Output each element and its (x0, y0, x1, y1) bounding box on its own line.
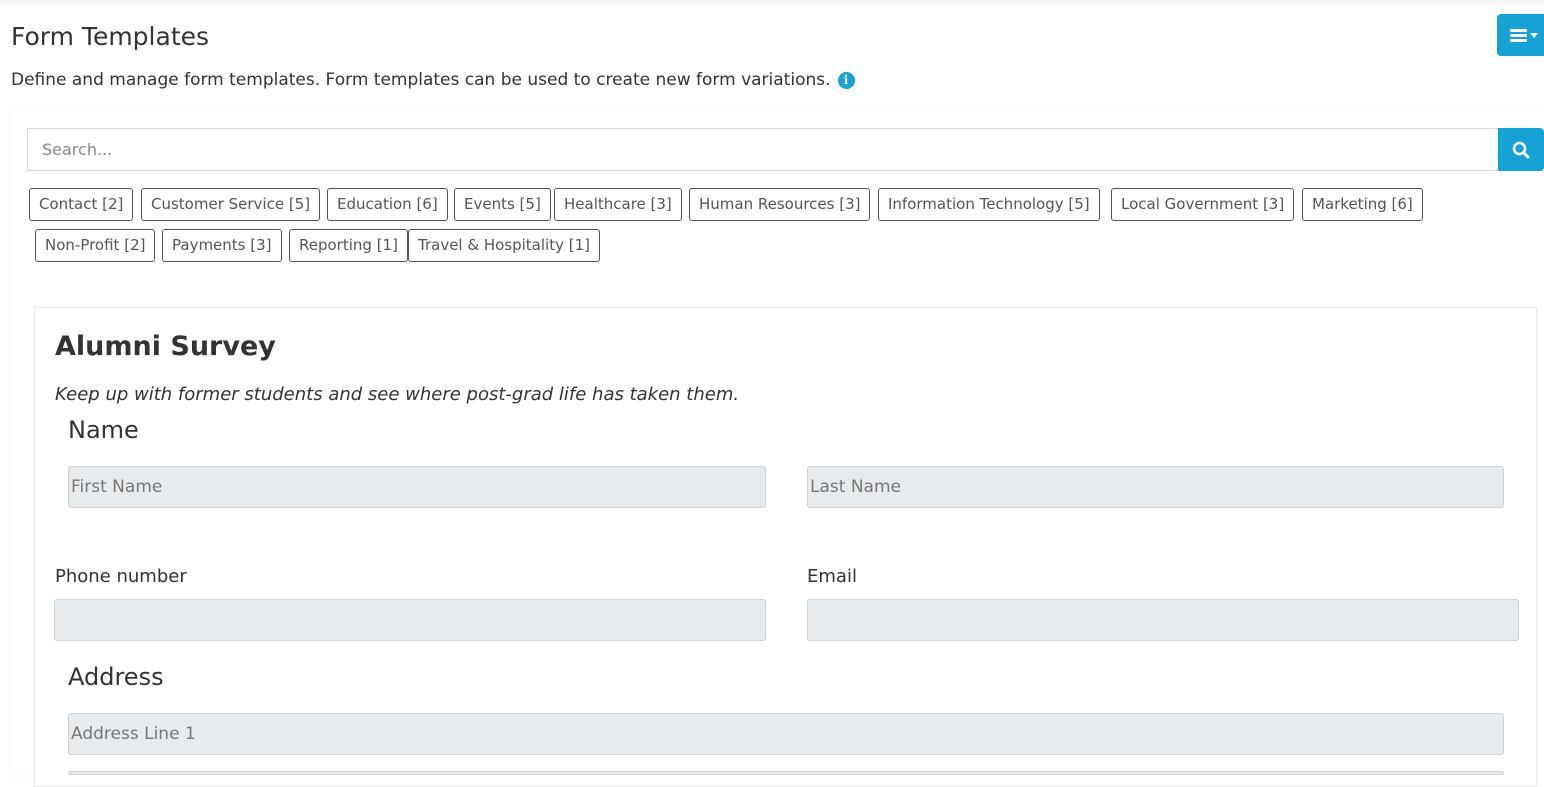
category-tag-information-technology[interactable]: Information Technology [5] (878, 188, 1100, 221)
category-tag-non-profit[interactable]: Non-Profit [2] (35, 229, 156, 262)
category-tag-travel-hospitality[interactable]: Travel & Hospitality [1] (408, 229, 600, 262)
name-section-label: Name (68, 416, 139, 444)
page-subtitle-text: Define and manage form templates. Form t… (11, 70, 831, 90)
phone-label: Phone number (55, 566, 187, 587)
category-tag-events[interactable]: Events [5] (454, 188, 551, 221)
chevron-down-icon (1530, 32, 1538, 38)
category-tag-healthcare[interactable]: Healthcare [3] (554, 188, 682, 221)
email-label: Email (807, 566, 857, 587)
email-field[interactable] (807, 599, 1519, 641)
form-description: Keep up with former students and see whe… (55, 384, 740, 405)
menu-dropdown-button[interactable] (1497, 14, 1544, 56)
category-tag-education[interactable]: Education [6] (327, 188, 448, 221)
form-title: Alumni Survey (55, 331, 276, 362)
last-name-field[interactable]: Last Name (807, 466, 1504, 508)
search-icon (1512, 141, 1530, 158)
page-title: Form Templates (11, 22, 210, 51)
first-name-field[interactable]: First Name (68, 466, 766, 508)
category-tag-local-government[interactable]: Local Government [3] (1111, 188, 1295, 221)
search-button[interactable] (1498, 128, 1544, 171)
address-section-label: Address (68, 663, 164, 691)
top-shadow-bar (0, 0, 1544, 6)
search-input[interactable] (27, 128, 1498, 171)
phone-field[interactable] (54, 599, 766, 641)
page-subtitle: Define and manage form templates. Form t… (11, 70, 855, 90)
category-tag-reporting[interactable]: Reporting [1] (289, 229, 408, 262)
category-tag-contact[interactable]: Contact [2] (29, 188, 134, 221)
address-line2-field[interactable] (68, 771, 1504, 775)
category-tag-payments[interactable]: Payments [3] (162, 229, 282, 262)
address-line1-field[interactable]: Address Line 1 (68, 713, 1504, 755)
category-tag-marketing[interactable]: Marketing [6] (1302, 188, 1423, 221)
category-tag-human-resources[interactable]: Human Resources [3] (689, 188, 871, 221)
hamburger-menu-icon (1510, 28, 1527, 42)
info-icon[interactable]: i (837, 71, 855, 89)
category-tag-customer-service[interactable]: Customer Service [5] (141, 188, 321, 221)
search-bar (27, 128, 1544, 171)
